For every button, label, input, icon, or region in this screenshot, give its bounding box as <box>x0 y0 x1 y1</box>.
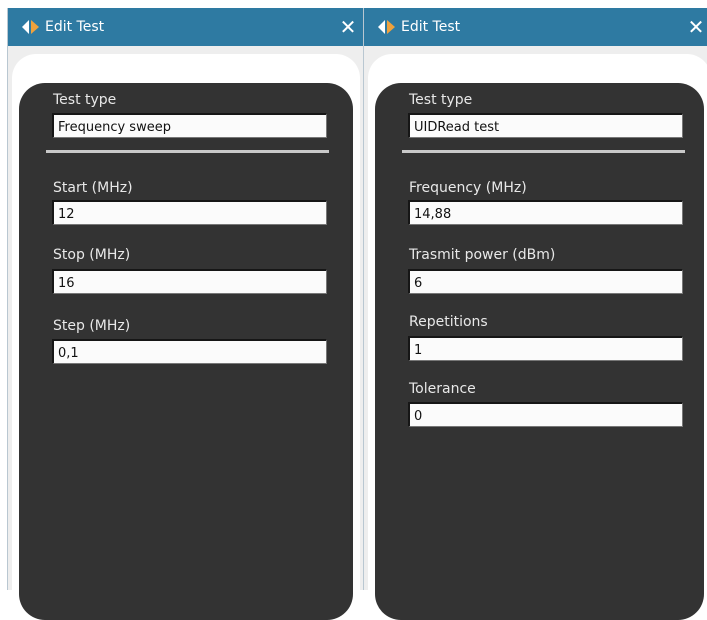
close-button[interactable]: ✕ <box>681 13 707 41</box>
test-type-label: Test type <box>53 92 117 108</box>
window-title: Edit Test <box>45 19 105 35</box>
window-client-area: Test type Frequency (MHz) Trasmit power … <box>364 46 707 620</box>
test-type-label: Test type <box>409 92 473 108</box>
window-title: Edit Test <box>401 19 461 35</box>
start-mhz-label: Start (MHz) <box>53 180 133 196</box>
app-logo-icon <box>22 20 39 34</box>
transmit-power-field[interactable] <box>408 269 683 294</box>
stop-mhz-field[interactable] <box>52 269 327 294</box>
repetitions-field[interactable] <box>408 336 683 361</box>
edit-test-window-uidread: Edit Test ✕ Test type Frequency (MHz) Tr… <box>363 8 707 620</box>
start-mhz-field[interactable] <box>52 200 327 225</box>
test-type-field[interactable] <box>408 113 683 138</box>
window-client-area: Test type Start (MHz) Stop (MHz) Step (M… <box>8 46 363 620</box>
section-divider <box>46 150 329 153</box>
title-bar[interactable]: Edit Test ✕ <box>364 8 707 46</box>
close-button[interactable]: ✕ <box>333 13 363 41</box>
test-type-field[interactable] <box>52 113 327 138</box>
app-logo-icon <box>378 20 395 34</box>
card-frame: Test type Start (MHz) Stop (MHz) Step (M… <box>12 54 360 620</box>
tolerance-field[interactable] <box>408 402 683 427</box>
repetitions-label: Repetitions <box>409 314 488 330</box>
step-mhz-label: Step (MHz) <box>53 318 131 334</box>
frequency-mhz-label: Frequency (MHz) <box>409 180 527 196</box>
transmit-power-label: Trasmit power (dBm) <box>409 247 556 263</box>
card-frame: Test type Frequency (MHz) Trasmit power … <box>368 54 707 620</box>
test-settings-panel: Test type Frequency (MHz) Trasmit power … <box>375 83 704 620</box>
section-divider <box>402 150 685 153</box>
edit-test-window-frequency-sweep: Edit Test ✕ Test type Start (MHz) Stop (… <box>7 8 363 620</box>
tolerance-label: Tolerance <box>409 381 476 397</box>
frequency-mhz-field[interactable] <box>408 200 683 225</box>
step-mhz-field[interactable] <box>52 339 327 364</box>
test-settings-panel: Test type Start (MHz) Stop (MHz) Step (M… <box>19 83 353 620</box>
title-bar[interactable]: Edit Test ✕ <box>8 8 363 46</box>
stop-mhz-label: Stop (MHz) <box>53 247 131 263</box>
